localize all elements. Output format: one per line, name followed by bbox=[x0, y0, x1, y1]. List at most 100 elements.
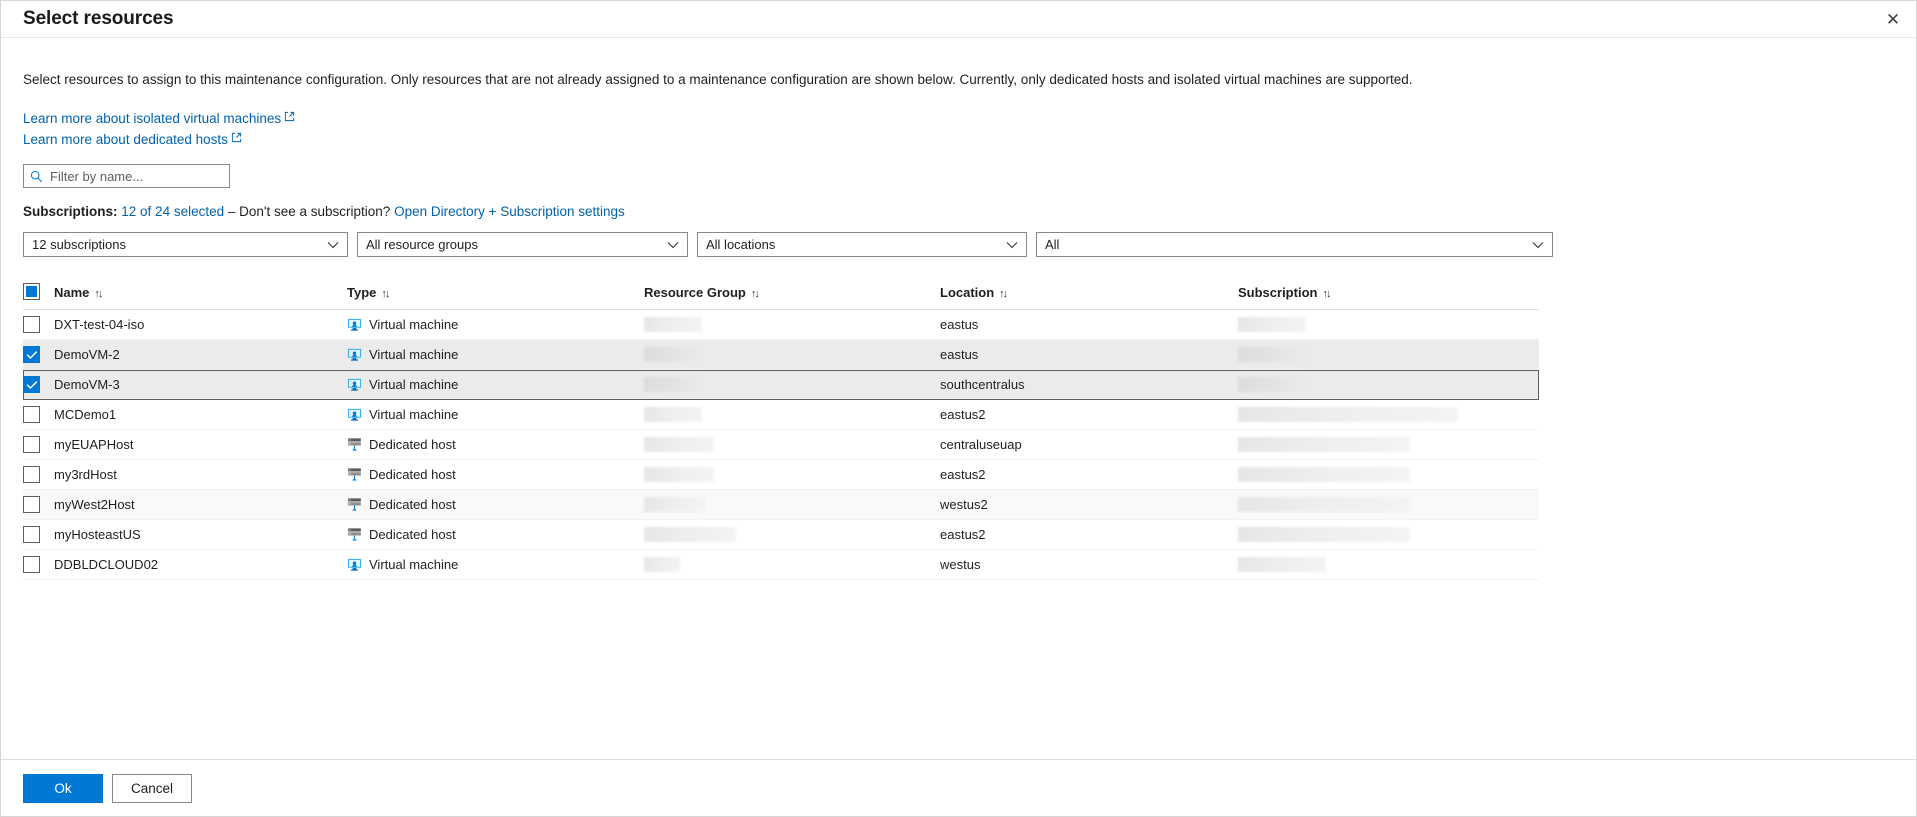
resource-type: Virtual machine bbox=[369, 317, 459, 333]
row-checkbox[interactable] bbox=[23, 496, 40, 514]
row-checkbox[interactable] bbox=[23, 556, 40, 574]
resource-location: eastus2 bbox=[940, 527, 986, 543]
resource-name: DemoVM-2 bbox=[54, 347, 120, 363]
column-header-type[interactable]: Type ↑↓ bbox=[347, 283, 644, 311]
external-link-icon bbox=[231, 131, 242, 150]
table-body: DXT-test-04-iso Virtual machine eastus Demo… bbox=[23, 310, 1539, 580]
row-checkbox[interactable] bbox=[23, 466, 40, 484]
table-row[interactable]: myEUAPHost Dedicated host centraluseuap bbox=[23, 430, 1539, 460]
subscriptions-label: Subscriptions: bbox=[23, 204, 118, 219]
resource-name: MCDemo1 bbox=[54, 407, 117, 423]
resource-name: DXT-test-04-iso bbox=[54, 317, 145, 333]
open-directory-subscription-settings-link[interactable]: Open Directory + Subscription settings bbox=[394, 204, 625, 219]
cell-name: DDBLDCLOUD02 bbox=[54, 550, 347, 580]
row-checkbox[interactable] bbox=[23, 316, 40, 334]
table-row[interactable]: DemoVM-2 Virtual machine eastus bbox=[23, 339, 1539, 370]
resource-location: westus bbox=[940, 557, 981, 573]
chevron-down-icon bbox=[327, 241, 339, 249]
resource-type: Virtual machine bbox=[369, 347, 459, 363]
select-all-header bbox=[23, 283, 54, 311]
row-select-cell bbox=[23, 400, 54, 430]
filter-by-name-box[interactable] bbox=[23, 164, 230, 188]
resource-location: eastus2 bbox=[940, 407, 986, 423]
cell-location: eastus bbox=[940, 340, 1238, 370]
column-header-subscription-label: Subscription bbox=[1238, 285, 1318, 301]
redacted-subscription bbox=[1238, 437, 1410, 453]
cell-location: westus bbox=[940, 550, 1238, 580]
row-checkbox[interactable] bbox=[23, 346, 40, 364]
cell-resource-group bbox=[644, 370, 940, 400]
subscription-filter-dropdown[interactable]: 12 subscriptions bbox=[23, 232, 348, 257]
cell-name: DXT-test-04-iso bbox=[54, 310, 347, 340]
redacted-resource-group bbox=[644, 497, 706, 513]
resource-location: southcentralus bbox=[940, 377, 1025, 393]
link-row-dedicated-hosts: Learn more about dedicated hosts bbox=[23, 130, 1894, 151]
table-row[interactable]: DemoVM-3 Virtual machine southcentralus bbox=[23, 369, 1539, 400]
cell-location: centraluseuap bbox=[940, 430, 1238, 460]
cell-resource-group bbox=[644, 340, 940, 370]
cell-subscription bbox=[1238, 460, 1539, 490]
resource-group-filter-value: All resource groups bbox=[366, 237, 478, 252]
column-header-location[interactable]: Location ↑↓ bbox=[940, 283, 1238, 311]
virtual-machine-icon bbox=[347, 407, 362, 422]
table-row[interactable]: myHosteastUS Dedicated host eastus2 bbox=[23, 520, 1539, 550]
row-checkbox[interactable] bbox=[23, 436, 40, 454]
select-all-checkbox[interactable] bbox=[23, 283, 40, 301]
row-checkbox[interactable] bbox=[23, 376, 40, 394]
redacted-subscription bbox=[1238, 557, 1326, 573]
cell-location: eastus2 bbox=[940, 460, 1238, 490]
redacted-subscription bbox=[1238, 527, 1410, 543]
table-header: Name ↑↓ Type ↑↓ Resource Group ↑↓ Location ↑… bbox=[23, 283, 1539, 311]
redacted-resource-group bbox=[644, 347, 702, 363]
search-input[interactable] bbox=[48, 167, 223, 185]
location-filter-dropdown[interactable]: All locations bbox=[697, 232, 1027, 257]
redacted-resource-group bbox=[644, 377, 702, 393]
chevron-down-icon bbox=[1532, 241, 1544, 249]
dedicated-host-icon bbox=[347, 527, 362, 542]
redacted-resource-group bbox=[644, 467, 714, 483]
close-icon[interactable]: ✕ bbox=[1870, 1, 1916, 37]
subscriptions-selected-link[interactable]: 12 of 24 selected bbox=[121, 204, 224, 219]
column-header-name-label: Name bbox=[54, 285, 90, 301]
table-row[interactable]: DDBLDCLOUD02 Virtual machine westus bbox=[23, 550, 1539, 580]
table-row[interactable]: myWest2Host Dedicated host westus2 bbox=[23, 489, 1539, 520]
cell-type: Virtual machine bbox=[347, 310, 644, 340]
description-text: Select resources to assign to this maint… bbox=[23, 72, 1413, 87]
link-row-isolated-vm: Learn more about isolated virtual machin… bbox=[23, 109, 1894, 130]
cell-name: myWest2Host bbox=[54, 490, 347, 520]
resource-group-filter-dropdown[interactable]: All resource groups bbox=[357, 232, 688, 257]
redacted-resource-group bbox=[644, 407, 702, 423]
table-row[interactable]: DXT-test-04-iso Virtual machine eastus bbox=[23, 310, 1539, 340]
virtual-machine-icon bbox=[347, 377, 362, 392]
sort-icon[interactable]: ↑↓ bbox=[999, 288, 1008, 300]
redacted-subscription bbox=[1238, 347, 1306, 363]
row-checkbox[interactable] bbox=[23, 526, 40, 544]
column-header-resource-group[interactable]: Resource Group ↑↓ bbox=[644, 283, 940, 311]
column-header-name[interactable]: Name ↑↓ bbox=[54, 283, 347, 311]
cell-subscription bbox=[1238, 490, 1539, 520]
column-header-subscription[interactable]: Subscription ↑↓ bbox=[1238, 283, 1539, 311]
table-header-row: Name ↑↓ Type ↑↓ Resource Group ↑↓ Location ↑… bbox=[23, 283, 1539, 311]
resource-location: eastus bbox=[940, 347, 979, 363]
sort-icon[interactable]: ↑↓ bbox=[751, 288, 760, 300]
type-filter-value: All bbox=[1045, 237, 1060, 252]
table-row[interactable]: MCDemo1 Virtual machine eastus2 bbox=[23, 400, 1539, 430]
cancel-button[interactable]: Cancel bbox=[112, 773, 192, 803]
row-select-cell bbox=[23, 550, 54, 580]
ok-button[interactable]: Ok bbox=[23, 773, 103, 803]
resource-type: Dedicated host bbox=[369, 527, 456, 543]
table-row[interactable]: my3rdHost Dedicated host eastus2 bbox=[23, 460, 1539, 490]
link-dedicated-hosts[interactable]: Learn more about dedicated hosts bbox=[23, 130, 228, 149]
cell-subscription bbox=[1238, 430, 1539, 460]
sort-icon[interactable]: ↑↓ bbox=[94, 288, 103, 300]
redacted-resource-group bbox=[644, 317, 702, 333]
resource-name: myEUAPHost bbox=[54, 437, 134, 453]
link-isolated-virtual-machines[interactable]: Learn more about isolated virtual machin… bbox=[23, 109, 281, 128]
cell-type: Dedicated host bbox=[347, 490, 644, 520]
sort-icon[interactable]: ↑↓ bbox=[381, 288, 390, 300]
virtual-machine-icon bbox=[347, 557, 362, 572]
sort-icon[interactable]: ↑↓ bbox=[1322, 288, 1331, 300]
row-checkbox[interactable] bbox=[23, 406, 40, 424]
type-filter-dropdown[interactable]: All bbox=[1036, 232, 1553, 257]
subscriptions-summary: Subscriptions: 12 of 24 selected – Don't… bbox=[23, 204, 1894, 219]
